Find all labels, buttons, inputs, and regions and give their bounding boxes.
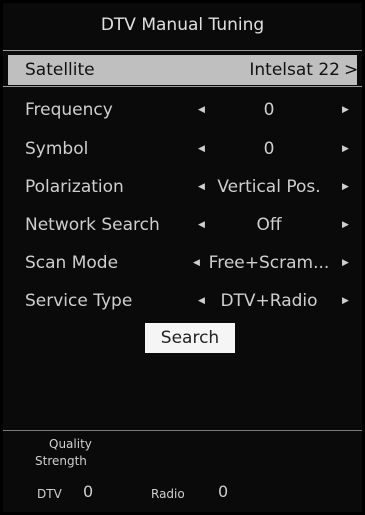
- scan-mode-value: Free+Scram...: [208, 253, 330, 273]
- triangle-right-icon[interactable]: ▶: [342, 247, 349, 279]
- row-network-search[interactable]: Network Search ◀ Off ▶: [8, 209, 357, 241]
- row-label-frequency: Frequency: [25, 100, 113, 120]
- strength-label: Strength: [35, 454, 87, 468]
- frequency-value: 0: [263, 100, 275, 120]
- row-label-polarization: Polarization: [25, 177, 124, 197]
- row-polarization[interactable]: Polarization ◀ Vertical Pos. ▶: [8, 171, 357, 203]
- dtv-count-value: 0: [83, 482, 94, 501]
- dtv-count-label: DTV: [37, 487, 62, 501]
- triangle-right-icon[interactable]: ▶: [342, 94, 349, 126]
- triangle-right-icon[interactable]: ▶: [342, 133, 349, 165]
- row-symbol[interactable]: Symbol ◀ 0 ▶: [8, 133, 357, 165]
- radio-count-label: Radio: [151, 487, 185, 501]
- satellite-value: Intelsat 22: [249, 60, 340, 80]
- row-scan-mode[interactable]: Scan Mode ◀ Free+Scram... ▶: [8, 247, 357, 279]
- polarization-value: Vertical Pos.: [217, 177, 321, 197]
- page-title: DTV Manual Tuning: [100, 15, 265, 35]
- row-service-type[interactable]: Service Type ◀ DTV+Radio ▶: [8, 285, 357, 317]
- row-label-scan-mode: Scan Mode: [25, 253, 119, 273]
- row-label-network-search: Network Search: [25, 215, 160, 235]
- row-label-symbol: Symbol: [25, 139, 89, 159]
- row-frequency[interactable]: Frequency ◀ 0 ▶: [8, 94, 357, 126]
- chevron-right-icon[interactable]: >: [344, 55, 358, 85]
- search-button[interactable]: Search: [145, 323, 235, 353]
- selected-row-divider: [3, 86, 362, 87]
- tuning-panel: DTV Manual Tuning Satellite Intelsat 22 …: [3, 3, 362, 512]
- symbol-value: 0: [263, 139, 275, 159]
- row-label-service-type: Service Type: [25, 291, 133, 311]
- row-satellite[interactable]: Satellite Intelsat 22 >: [8, 55, 358, 85]
- network-search-value: Off: [256, 215, 282, 235]
- triangle-right-icon[interactable]: ▶: [342, 209, 349, 241]
- status-divider: [3, 430, 362, 431]
- triangle-right-icon[interactable]: ▶: [342, 171, 349, 203]
- triangle-right-icon[interactable]: ▶: [342, 285, 349, 317]
- quality-label: Quality: [49, 437, 92, 451]
- row-label-satellite: Satellite: [25, 60, 95, 80]
- radio-count-value: 0: [218, 482, 229, 501]
- title-divider: [3, 50, 362, 51]
- service-type-value: DTV+Radio: [220, 291, 318, 311]
